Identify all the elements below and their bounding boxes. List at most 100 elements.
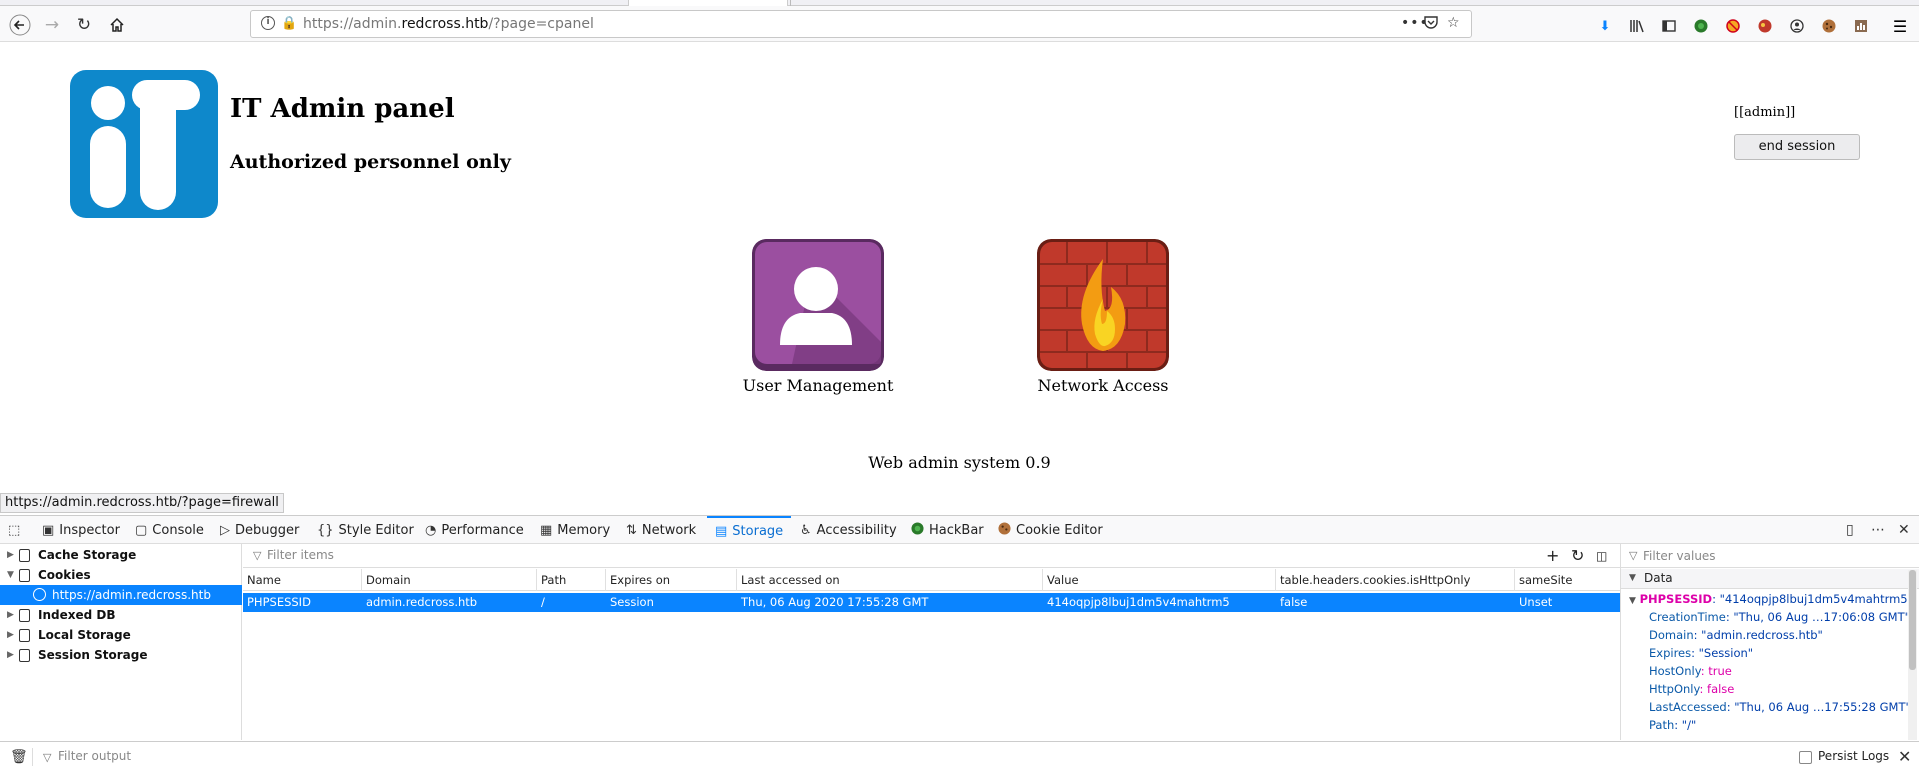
persist-logs-checkbox[interactable] bbox=[1799, 751, 1812, 764]
detail-key: CreationTime bbox=[1649, 610, 1726, 624]
end-session-button[interactable]: end session bbox=[1734, 134, 1860, 160]
tree-session-storage[interactable]: ▶ Session Storage bbox=[0, 645, 242, 665]
tree-local-storage[interactable]: ▶ Local Storage bbox=[0, 625, 242, 645]
cell-httponly: false bbox=[1280, 595, 1308, 609]
trash-icon[interactable]: 🗑 bbox=[10, 749, 28, 765]
detail-value: : true bbox=[1700, 664, 1732, 678]
col-name[interactable]: Name bbox=[243, 569, 362, 591]
tab-cookie-editor[interactable]: Cookie Editor bbox=[998, 516, 1103, 544]
element-picker-button[interactable]: ⬚ bbox=[8, 516, 20, 544]
hamburger-menu-icon[interactable]: ☰ bbox=[1892, 17, 1908, 36]
tab-accessibility[interactable]: ♿ Accessibility bbox=[800, 516, 897, 544]
detail-phpsessid[interactable]: ▼ PHPSESSID: "414oqpjp8lbuj1dm5v4mahtrm5… bbox=[1629, 590, 1913, 610]
filter-items-input[interactable]: Filter items bbox=[267, 548, 334, 562]
detail-hostonly[interactable]: HostOnly: true bbox=[1649, 662, 1732, 680]
col-domain[interactable]: Domain bbox=[362, 569, 537, 591]
tab-network[interactable]: ⇅ Network bbox=[626, 516, 696, 544]
network-access-label[interactable]: Network Access bbox=[1021, 376, 1185, 395]
user-management-label[interactable]: User Management bbox=[736, 376, 900, 395]
blocker-extension-icon[interactable] bbox=[1725, 18, 1741, 34]
library-icon[interactable] bbox=[1629, 18, 1645, 34]
responsive-mode-icon[interactable]: ▯ bbox=[1846, 522, 1854, 538]
col-path[interactable]: Path bbox=[537, 569, 606, 591]
col-last-accessed[interactable]: Last accessed on bbox=[737, 569, 1043, 591]
expand-icon[interactable]: ▶ bbox=[7, 605, 14, 625]
current-user-label: [[admin]] bbox=[1734, 105, 1796, 120]
data-section-header[interactable]: ▼ Data bbox=[1621, 569, 1919, 589]
tab-accessibility-label: Accessibility bbox=[816, 522, 897, 538]
collapse-icon[interactable]: ▼ bbox=[7, 565, 14, 585]
detail-key: Domain bbox=[1649, 628, 1694, 642]
col-httponly[interactable]: table.headers.cookies.isHttpOnly bbox=[1276, 569, 1515, 591]
info-icon[interactable]: i bbox=[261, 16, 275, 30]
persist-logs-label[interactable]: Persist Logs bbox=[1818, 749, 1889, 763]
detail-creation-time[interactable]: CreationTime: "Thu, 06 Aug …17:06:08 GMT… bbox=[1649, 608, 1910, 626]
refresh-items-icon[interactable]: ↻ bbox=[1571, 546, 1584, 565]
data-section-label: Data bbox=[1644, 571, 1673, 585]
close-console-icon[interactable]: ✕ bbox=[1898, 747, 1911, 766]
expand-icon[interactable]: ▶ bbox=[7, 625, 14, 645]
database-icon bbox=[19, 629, 30, 642]
tab-debugger[interactable]: ▷ Debugger bbox=[220, 516, 299, 544]
col-samesite[interactable]: sameSite bbox=[1515, 569, 1620, 591]
tab-style-editor-label: Style Editor bbox=[338, 522, 414, 538]
tree-cookie-host-label: https://admin.redcross.htb bbox=[52, 588, 211, 602]
tree-cookies[interactable]: ▼ Cookies bbox=[0, 565, 242, 585]
detail-httponly[interactable]: HttpOnly: false bbox=[1649, 680, 1734, 698]
toggle-sidebar-icon[interactable]: ◫ bbox=[1596, 549, 1607, 563]
tab-console[interactable]: ▢ Console bbox=[135, 516, 204, 544]
back-button[interactable] bbox=[6, 12, 34, 38]
database-icon bbox=[19, 609, 30, 622]
filter-values-input[interactable]: Filter values bbox=[1643, 549, 1716, 563]
scrollbar-thumb[interactable] bbox=[1909, 570, 1916, 670]
url-bar[interactable]: i 🔒 https://admin.redcross.htb/?page=cpa… bbox=[250, 10, 1472, 38]
tab-memory[interactable]: ▦ Memory bbox=[540, 516, 610, 544]
tree-indexed-db[interactable]: ▶ Indexed DB bbox=[0, 605, 242, 625]
page-subtitle: Authorized personnel only bbox=[230, 151, 511, 173]
tab-performance[interactable]: ◔ Performance bbox=[425, 516, 524, 544]
network-access-icon[interactable] bbox=[1037, 239, 1169, 371]
sidebar-icon[interactable] bbox=[1661, 18, 1677, 34]
detail-domain[interactable]: Domain: "admin.redcross.htb" bbox=[1649, 626, 1823, 644]
hackbar-extension-icon[interactable] bbox=[1693, 18, 1709, 34]
detail-last-accessed[interactable]: LastAccessed: "Thu, 06 Aug …17:55:28 GMT… bbox=[1649, 698, 1911, 716]
home-button[interactable] bbox=[103, 12, 131, 38]
pocket-icon[interactable] bbox=[1424, 15, 1438, 33]
back-arrow-icon bbox=[9, 14, 31, 36]
table-row[interactable]: PHPSESSID admin.redcross.htb / Session T… bbox=[243, 593, 1620, 612]
tree-cookie-host[interactable]: https://admin.redcross.htb bbox=[0, 585, 242, 605]
page-content: IT Admin panel Authorized personnel only… bbox=[0, 43, 1919, 513]
bookmark-star-icon[interactable]: ☆ bbox=[1447, 15, 1460, 31]
cell-path: / bbox=[541, 595, 545, 609]
expand-icon[interactable]: ▶ bbox=[7, 545, 14, 565]
tab-memory-label: Memory bbox=[557, 522, 611, 538]
cookies-table-header: Name Domain Path Expires on Last accesse… bbox=[243, 569, 1620, 591]
tab-inspector[interactable]: ▣ Inspector bbox=[42, 516, 120, 544]
details-scrollbar[interactable] bbox=[1908, 570, 1917, 740]
expand-icon[interactable]: ▶ bbox=[7, 645, 14, 665]
url-prefix: https://admin. bbox=[303, 16, 402, 32]
tab-storage[interactable]: ▤ Storage bbox=[707, 516, 792, 544]
forward-button[interactable]: → bbox=[38, 12, 66, 38]
filter-icon: ▽ bbox=[1629, 549, 1638, 562]
devtools-menu-icon[interactable]: ⋯ bbox=[1871, 522, 1886, 538]
detail-path[interactable]: Path: "/" bbox=[1649, 716, 1696, 734]
tree-cache-storage[interactable]: ▶ Cache Storage bbox=[0, 545, 242, 565]
reload-button[interactable]: ↻ bbox=[70, 12, 98, 38]
add-item-icon[interactable]: + bbox=[1546, 546, 1559, 565]
url-path: /?page=cpanel bbox=[488, 16, 594, 32]
insecure-lock-icon[interactable]: 🔒 bbox=[281, 16, 297, 31]
wappalyzer-extension-icon[interactable] bbox=[1757, 18, 1773, 34]
tab-hackbar[interactable]: HackBar bbox=[911, 516, 984, 544]
account-icon[interactable] bbox=[1789, 18, 1805, 34]
downloads-icon[interactable]: ⬇ bbox=[1597, 18, 1613, 34]
detail-expires[interactable]: Expires: "Session" bbox=[1649, 644, 1753, 662]
chart-extension-icon[interactable] bbox=[1853, 18, 1869, 34]
col-value[interactable]: Value bbox=[1043, 569, 1276, 591]
user-management-icon[interactable] bbox=[752, 239, 884, 371]
cookie-editor-extension-icon[interactable] bbox=[1821, 18, 1837, 34]
tab-style-editor[interactable]: {} Style Editor bbox=[317, 516, 414, 544]
filter-output-input[interactable]: Filter output bbox=[58, 749, 131, 763]
col-expires[interactable]: Expires on bbox=[606, 569, 737, 591]
devtools-close-icon[interactable]: ✕ bbox=[1898, 522, 1910, 538]
